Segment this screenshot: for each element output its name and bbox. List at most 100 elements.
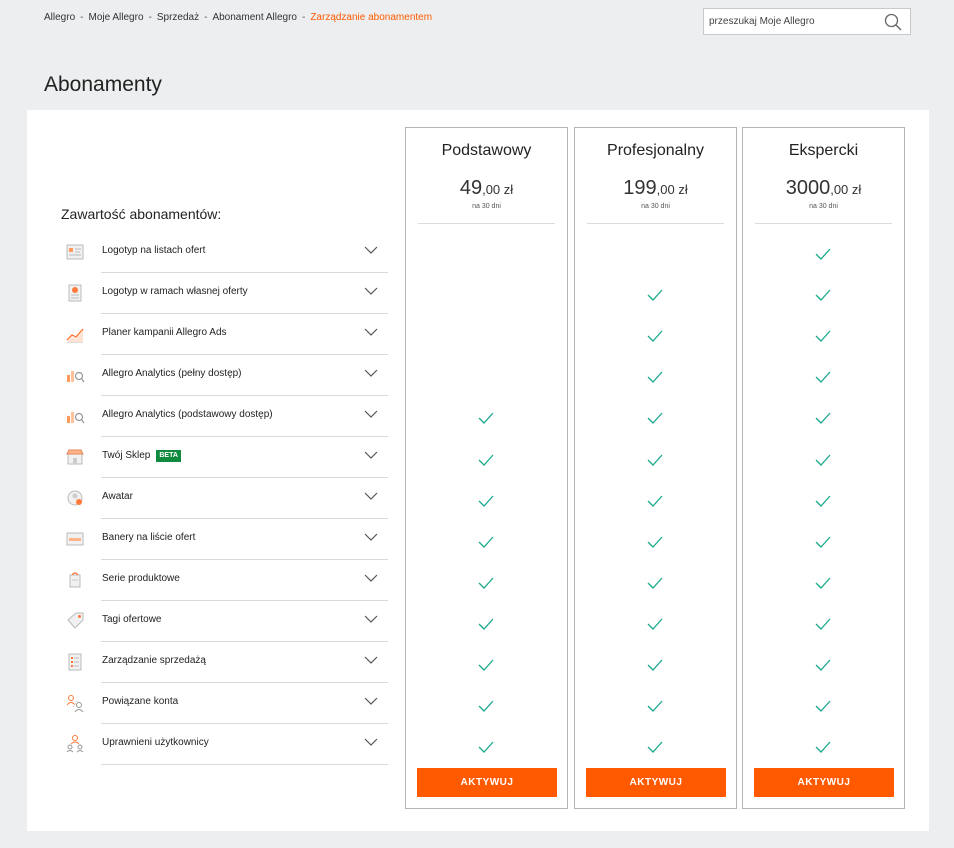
product-series-icon (69, 572, 81, 588)
breadcrumb-item-allegro[interactable]: Allegro (44, 12, 75, 23)
chevron-down-icon[interactable] (364, 574, 378, 583)
feature-row[interactable]: Zarządzanie sprzedażą (48, 642, 388, 683)
feature-label: Logotyp w ramach własnej oferty (102, 286, 248, 297)
search-icon[interactable] (884, 13, 902, 31)
feature-label: Tagi ofertowe (102, 614, 161, 625)
feature-label-text: Serie produktowe (102, 573, 180, 584)
check-icon (815, 577, 831, 589)
feature-row[interactable]: Logotyp w ramach własnej oferty (48, 273, 388, 314)
plan-price-cents: ,00 zł (830, 182, 862, 197)
chevron-down-icon[interactable] (364, 246, 378, 255)
check-icon (815, 371, 831, 384)
breadcrumb-separator: - (80, 12, 84, 23)
check-icon (815, 454, 831, 466)
plan-column: Podstawowy 49,00 zł na 30 dni AKTYWUJ (405, 127, 568, 809)
feature-label: Allegro Analytics (pełny dostęp) (102, 368, 242, 379)
feature-row[interactable]: Banery na liście ofert (48, 519, 388, 560)
check-icon (815, 412, 831, 425)
plan-name: Profesjonalny (607, 142, 704, 159)
chevron-down-icon[interactable] (364, 697, 378, 706)
feature-row[interactable]: Twój Sklep BETA (48, 437, 388, 478)
search-box (703, 8, 911, 35)
check-icon (647, 659, 663, 671)
tag-icon (67, 612, 84, 629)
activate-button[interactable]: AKTYWUJ (754, 768, 894, 797)
feature-row[interactable]: Uprawnieni użytkownicy (48, 724, 388, 765)
feature-label-text: Logotyp w ramach własnej oferty (102, 286, 248, 297)
feature-label-text: Powiązane konta (102, 696, 179, 707)
feature-row[interactable]: Powiązane konta (48, 683, 388, 724)
check-icon (647, 536, 663, 548)
feature-label-text: Tagi ofertowe (102, 614, 162, 625)
plan-price-main: 3000 (785, 177, 831, 199)
feature-row[interactable]: Allegro Analytics (pełny dostęp) (48, 355, 388, 396)
feature-row[interactable]: Tagi ofertowe (48, 601, 388, 642)
plan-period: na 30 dni (472, 203, 501, 210)
chevron-down-icon[interactable] (364, 656, 378, 665)
chevron-down-icon[interactable] (364, 369, 378, 378)
check-icon (647, 741, 663, 754)
breadcrumb: Allegro - Moje Allegro - Sprzedaż - Abonament … (44, 12, 432, 23)
feature-label: Powiązane konta (102, 696, 178, 707)
check-icon (478, 454, 494, 466)
feature-label-text: Twój Sklep (102, 450, 151, 461)
feature-row[interactable]: Logotyp na listach ofert (48, 232, 388, 273)
chevron-down-icon[interactable] (364, 451, 378, 460)
check-icon (815, 330, 831, 343)
users-icon (66, 735, 84, 753)
chevron-down-icon[interactable] (364, 287, 378, 296)
plan-price-cents: ,00 zł (656, 182, 688, 197)
features-heading: Zawartość abonamentów: (61, 206, 222, 222)
chevron-down-icon[interactable] (364, 738, 378, 747)
feature-label-text: Logotyp na listach ofert (102, 245, 206, 256)
chevron-down-icon[interactable] (364, 533, 378, 542)
feature-label-text: Zarządzanie sprzedażą (102, 655, 206, 666)
check-icon (815, 741, 831, 754)
breadcrumb-item-sprzedaz[interactable]: Sprzedaż (157, 12, 199, 23)
activate-button[interactable]: AKTYWUJ (586, 768, 726, 797)
feature-label: Logotyp na listach ofert (102, 245, 205, 256)
check-icon (478, 741, 494, 754)
activate-button[interactable]: AKTYWUJ (417, 768, 557, 797)
chevron-down-icon[interactable] (364, 328, 378, 337)
breadcrumb-item-abonament[interactable]: Abonament Allegro (212, 12, 297, 23)
check-icon (478, 659, 494, 671)
analytics-icon (67, 371, 85, 383)
breadcrumb-separator: - (204, 12, 208, 23)
plan-column: Ekspercki 3000,00 zł na 30 dni AKTYWUJ (742, 127, 905, 809)
feature-row[interactable]: Awatar (48, 478, 388, 519)
check-icon (815, 248, 831, 260)
plan-column: Profesjonalny 199,00 zł na 30 dni AKTYWUJ (574, 127, 737, 809)
check-icon (815, 536, 831, 548)
check-icon (478, 618, 494, 630)
check-icon (647, 454, 663, 466)
chevron-down-icon[interactable] (364, 492, 378, 501)
breadcrumb-item-moje-allegro[interactable]: Moje Allegro (88, 12, 143, 23)
check-icon (647, 289, 663, 302)
plan-period: na 30 dni (809, 203, 838, 210)
feature-label-text: Allegro Analytics (podstawowy dostęp) (102, 409, 273, 420)
feature-label-text: Uprawnieni użytkownicy (102, 737, 209, 748)
plan-name: Podstawowy (441, 142, 532, 159)
chevron-down-icon[interactable] (364, 615, 378, 624)
check-icon (478, 412, 494, 425)
search-input[interactable] (704, 9, 880, 34)
check-icon (647, 371, 663, 384)
feature-row[interactable]: Allegro Analytics (podstawowy dostęp) (48, 396, 388, 437)
plan-name: Ekspercki (788, 142, 859, 159)
chevron-down-icon[interactable] (364, 410, 378, 419)
check-icon (815, 495, 831, 507)
list-logo-icon (66, 244, 84, 260)
check-icon (647, 330, 663, 343)
feature-label-text: Allegro Analytics (pełny dostęp) (102, 368, 242, 379)
check-icon (815, 700, 831, 713)
check-icon (647, 700, 663, 713)
feature-label: Allegro Analytics (podstawowy dostęp) (102, 409, 273, 420)
feature-row[interactable]: Planer kampanii Allegro Ads (48, 314, 388, 355)
check-icon (815, 289, 831, 302)
check-icon (478, 700, 494, 713)
analytics-basic-icon (67, 412, 85, 424)
campaign-chart-icon (66, 328, 84, 343)
breadcrumb-separator: - (301, 12, 306, 23)
feature-row[interactable]: Serie produktowe (48, 560, 388, 601)
